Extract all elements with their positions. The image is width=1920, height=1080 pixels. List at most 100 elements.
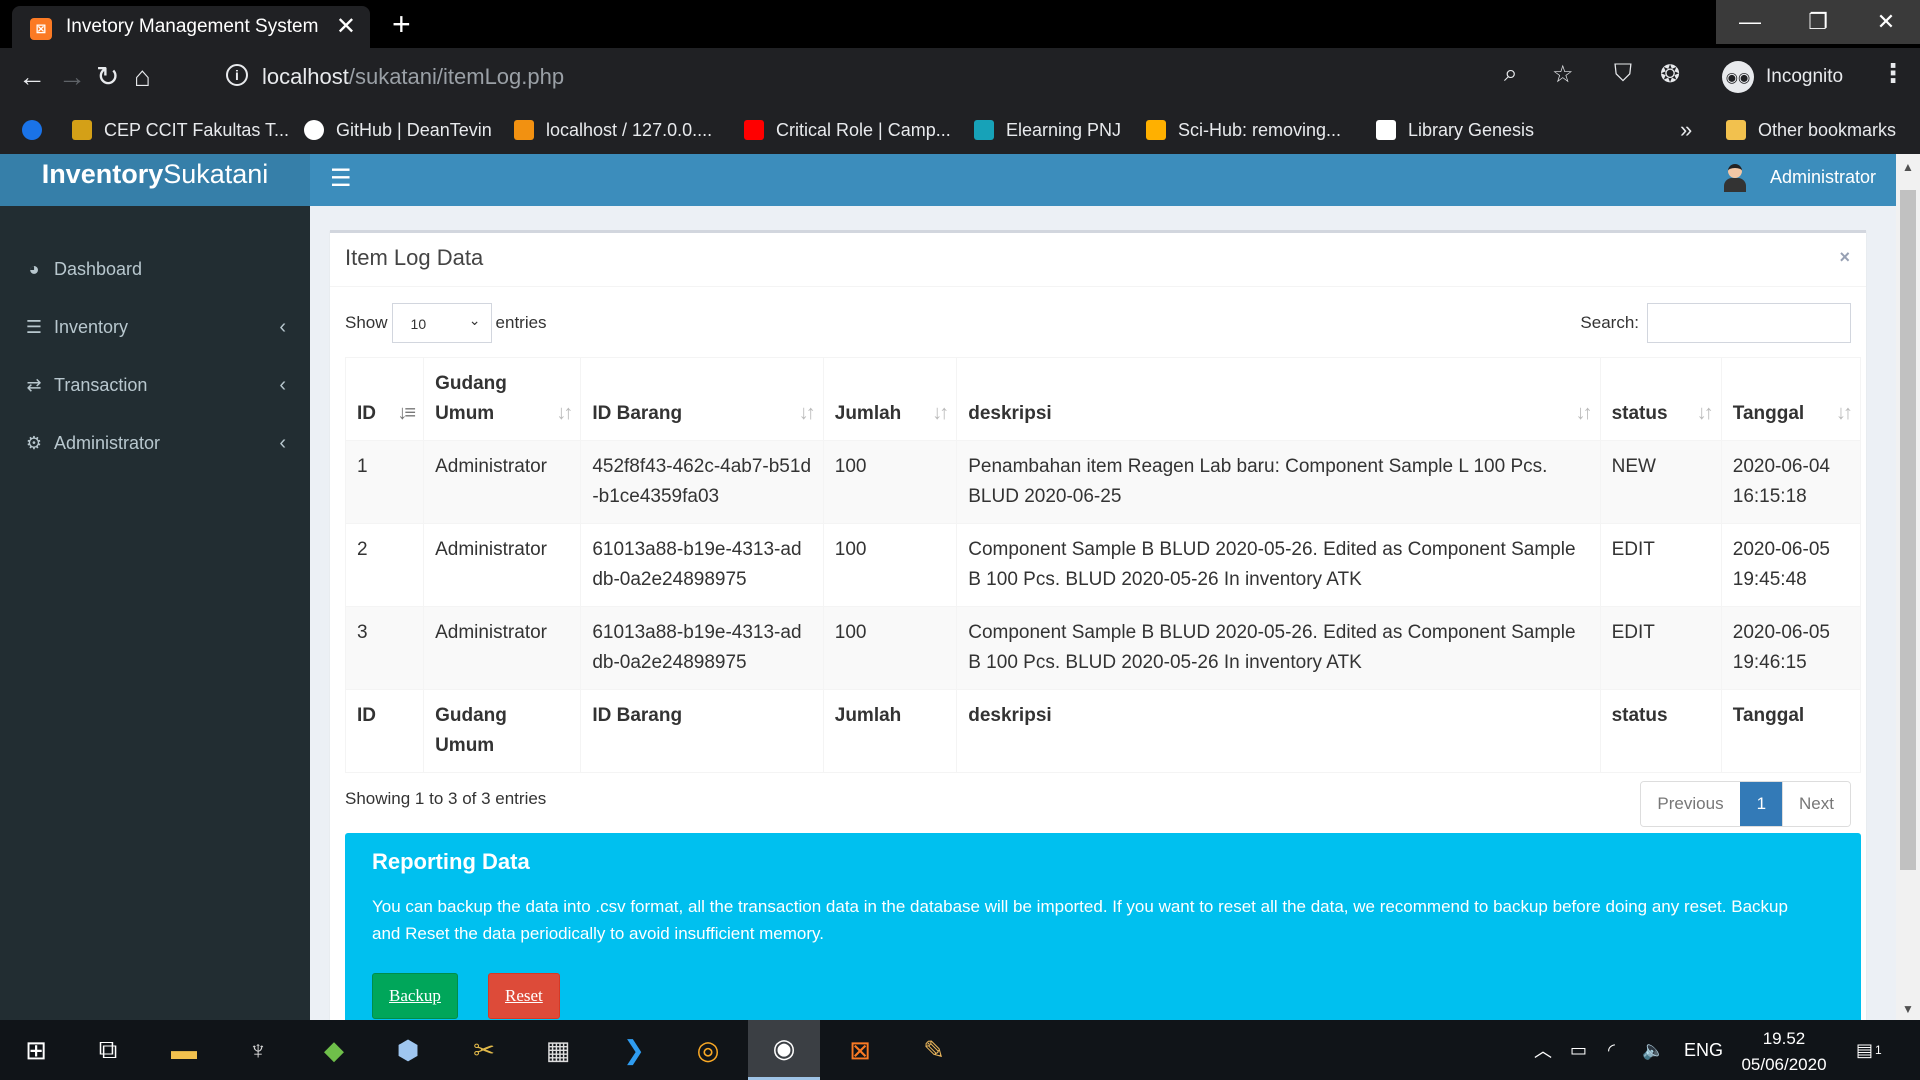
reload-icon[interactable]: ↻: [96, 60, 119, 94]
app-logo[interactable]: InventorySukatani: [0, 154, 310, 206]
bookmarks-overflow-button[interactable]: »: [1680, 116, 1692, 144]
column-header-deskripsi[interactable]: deskripsi ↓↑: [956, 357, 1601, 441]
close-icon[interactable]: ×: [1839, 247, 1850, 268]
browser-menu-icon[interactable]: ⋮: [1880, 58, 1906, 89]
page-length-control: Show 10 ⌄ entries: [345, 303, 547, 343]
cell-deskripsi: Component Sample B BLUD 2020-05-26. Edit…: [956, 606, 1601, 690]
sims-icon[interactable]: ◆: [298, 1020, 370, 1080]
battery-icon[interactable]: ▭: [1570, 1020, 1587, 1080]
bookmark-item[interactable]: Elearning PNJ: [974, 116, 1121, 144]
chevron-left-icon: ‹: [279, 373, 286, 396]
incognito-icon: ◉◉: [1722, 61, 1754, 93]
tools-icon[interactable]: ✂: [448, 1020, 520, 1080]
restore-icon[interactable]: ❐: [1784, 0, 1852, 44]
footer-status: status: [1599, 689, 1722, 773]
footer-tanggal: Tanggal: [1720, 689, 1862, 773]
sidebar-toggle-icon[interactable]: ☰: [330, 164, 352, 193]
url-text[interactable]: localhost/sukatani/itemLog.php: [262, 64, 564, 90]
sidebar-item-administrator[interactable]: ⚙ Administrator ‹: [0, 414, 310, 472]
scroll-down-icon[interactable]: ▼: [1902, 1002, 1914, 1016]
calculator-icon[interactable]: ▦: [522, 1020, 594, 1080]
reset-button[interactable]: Reset: [488, 973, 560, 1019]
cell-id-barang: 452f8f43-462c-4ab7-b51d-b1ce4359fa03: [580, 440, 824, 524]
sort-icon: ↓↑: [932, 402, 949, 424]
scrollbar-thumb[interactable]: [1900, 190, 1916, 870]
sidebar-item-dashboard[interactable]: ◕ Dashboard: [0, 240, 310, 298]
column-header-status[interactable]: status ↓↑: [1599, 357, 1722, 441]
show-hidden-icons[interactable]: ︿: [1534, 1020, 1552, 1080]
sidebar-item-transaction[interactable]: ⇄ Transaction ‹: [0, 356, 310, 414]
bookmark-star-icon[interactable]: ☆: [1552, 60, 1574, 89]
table-search: Search:: [1580, 303, 1851, 343]
notification-icon[interactable]: ▤ 1: [1856, 1020, 1882, 1080]
home-icon[interactable]: ⌂: [134, 60, 151, 94]
volume-icon[interactable]: 🔈: [1642, 1020, 1664, 1080]
chrome-icon[interactable]: ◎: [672, 1020, 744, 1080]
page-length-select[interactable]: 10 ⌄: [391, 303, 492, 343]
cell-gudang-umum: Administrator: [423, 440, 582, 524]
wifi-icon[interactable]: ◜: [1608, 1020, 1615, 1080]
close-window-icon[interactable]: ✕: [1852, 0, 1920, 44]
virtualbox-icon[interactable]: ⬢: [372, 1020, 444, 1080]
backup-button[interactable]: Backup: [372, 973, 458, 1019]
column-header-jumlah[interactable]: Jumlah ↓↑: [822, 357, 958, 441]
paint-icon[interactable]: ✎: [898, 1020, 970, 1080]
vscode-icon[interactable]: ❯: [598, 1020, 670, 1080]
bookmark-item[interactable]: localhost / 127.0.0....: [514, 116, 712, 144]
database-icon: ☰: [25, 316, 43, 337]
shield-extension-icon[interactable]: ⛉: [1614, 60, 1632, 88]
address-bar[interactable]: i localhost/sukatani/itemLog.php: [216, 54, 1576, 100]
bookmark-item[interactable]: GitHub | DeanTevin: [304, 116, 492, 144]
app-viewport: InventorySukatani ☰ Administrator ◕ Dash…: [0, 154, 1920, 1020]
search-label: Search:: [1580, 313, 1639, 332]
bookmark-item[interactable]: Sci-Hub: removing...: [1146, 116, 1341, 144]
user-menu[interactable]: Administrator: [1722, 160, 1876, 194]
zoom-icon[interactable]: ⌕: [1504, 60, 1517, 88]
other-bookmarks-folder[interactable]: Other bookmarks: [1726, 116, 1896, 144]
sort-icon: ↓↑: [556, 402, 573, 424]
new-tab-button[interactable]: +: [392, 6, 411, 43]
incognito-taskbar-icon[interactable]: ◉: [748, 1020, 820, 1080]
file-explorer-icon[interactable]: ▬: [148, 1020, 220, 1080]
tab-close-icon[interactable]: ✕: [336, 12, 356, 41]
site-info-icon[interactable]: i: [226, 64, 248, 86]
page-scrollbar[interactable]: ▲ ▼: [1896, 154, 1920, 1020]
column-header-id-barang[interactable]: ID Barang ↓↑: [580, 357, 824, 441]
taskbar-clock[interactable]: 19.52 05/06/2020: [1736, 1026, 1832, 1078]
back-arrow-icon[interactable]: ←: [18, 60, 46, 94]
reporting-text: You can backup the data into .csv format…: [372, 897, 1788, 943]
task-view-icon[interactable]: ⧉: [72, 1020, 144, 1080]
scroll-up-icon[interactable]: ▲: [1902, 160, 1914, 174]
forward-arrow-icon[interactable]: →: [58, 60, 86, 94]
table-row: 3 Administrator 61013a88-b19e-4313-addb-…: [344, 606, 1862, 690]
language-indicator[interactable]: ENG: [1684, 1020, 1723, 1080]
cell-id-barang: 61013a88-b19e-4313-addb-0a2e24898975: [580, 606, 824, 690]
next-page-button[interactable]: Next: [1782, 782, 1850, 826]
folder-icon: [1726, 120, 1746, 140]
page-1-button[interactable]: 1: [1739, 782, 1783, 826]
apps-bookmark-icon[interactable]: [22, 116, 54, 144]
bookmark-item[interactable]: CEP CCIT Fakultas T...: [72, 116, 289, 144]
column-header-id[interactable]: ID ↓≡: [344, 357, 425, 441]
windows-start-icon[interactable]: ⊞: [0, 1020, 72, 1080]
previous-page-button[interactable]: Previous: [1641, 782, 1740, 826]
sort-ascending-icon: ↓≡: [397, 402, 416, 424]
column-header-tanggal[interactable]: Tanggal ↓↑: [1720, 357, 1862, 441]
bookmark-item[interactable]: Critical Role | Camp...: [744, 116, 951, 144]
browser-toolbar: ← → ↻ ⌂ i localhost/sukatani/itemLog.php…: [0, 48, 1920, 106]
sidebar-item-inventory[interactable]: ☰ Inventory ‹: [0, 298, 310, 356]
cell-id: 2: [344, 523, 425, 607]
search-input[interactable]: [1647, 303, 1851, 343]
incognito-profile-button[interactable]: ◉◉ Incognito: [1722, 54, 1843, 100]
extension-icon[interactable]: ❂: [1660, 60, 1680, 89]
cell-status: NEW: [1599, 440, 1722, 524]
clock-date: 05/06/2020: [1741, 1055, 1827, 1074]
minimize-icon[interactable]: —: [1716, 0, 1784, 44]
inkscape-icon[interactable]: ♆: [222, 1020, 294, 1080]
xampp-icon[interactable]: ⊠: [824, 1020, 896, 1080]
xampp-favicon-icon: ⊠: [30, 18, 52, 40]
browser-tab[interactable]: ⊠ Invetory Management System ✕: [12, 6, 370, 48]
scihub-icon: [1146, 120, 1166, 140]
column-header-gudang-umum[interactable]: Gudang Umum ↓↑: [423, 357, 582, 441]
bookmark-item[interactable]: Library Genesis: [1376, 116, 1534, 144]
